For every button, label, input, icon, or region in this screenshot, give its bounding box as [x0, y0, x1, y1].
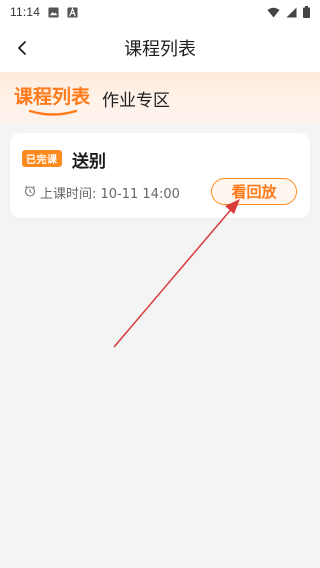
- tab-active-indicator: [28, 109, 78, 116]
- status-bar: 11:14: [0, 0, 320, 24]
- status-right: [267, 6, 310, 18]
- status-badge: 已完课: [22, 150, 62, 167]
- tab-homework-label: 作业专区: [102, 90, 171, 111]
- signal-icon: [286, 7, 297, 17]
- wifi-icon: [267, 7, 280, 17]
- tab-course-list[interactable]: 课程列表: [14, 82, 91, 116]
- page-title: 课程列表: [124, 39, 196, 60]
- course-card[interactable]: 已完课 送别 上课时间: 10-11 14:00 看回放: [10, 133, 310, 218]
- status-time: 11:14: [10, 5, 41, 19]
- tab-homework[interactable]: 作业专区: [102, 86, 170, 111]
- battery-icon: [303, 6, 310, 18]
- class-time-label: 上课时间: 10-11 14:00: [40, 187, 180, 202]
- a-icon: [67, 6, 78, 18]
- watch-replay-button[interactable]: 看回放: [211, 178, 297, 205]
- tab-course-list-label: 课程列表: [14, 85, 91, 108]
- chevron-left-icon: [18, 41, 26, 55]
- status-left: 11:14: [10, 5, 78, 19]
- image-icon: [48, 6, 59, 18]
- alarm-clock-icon: [24, 185, 36, 197]
- app-header: 课程列表: [0, 24, 320, 72]
- back-button[interactable]: [8, 34, 36, 62]
- course-title: 送别: [72, 152, 106, 172]
- tab-bar: 课程列表 作业专区: [0, 72, 320, 124]
